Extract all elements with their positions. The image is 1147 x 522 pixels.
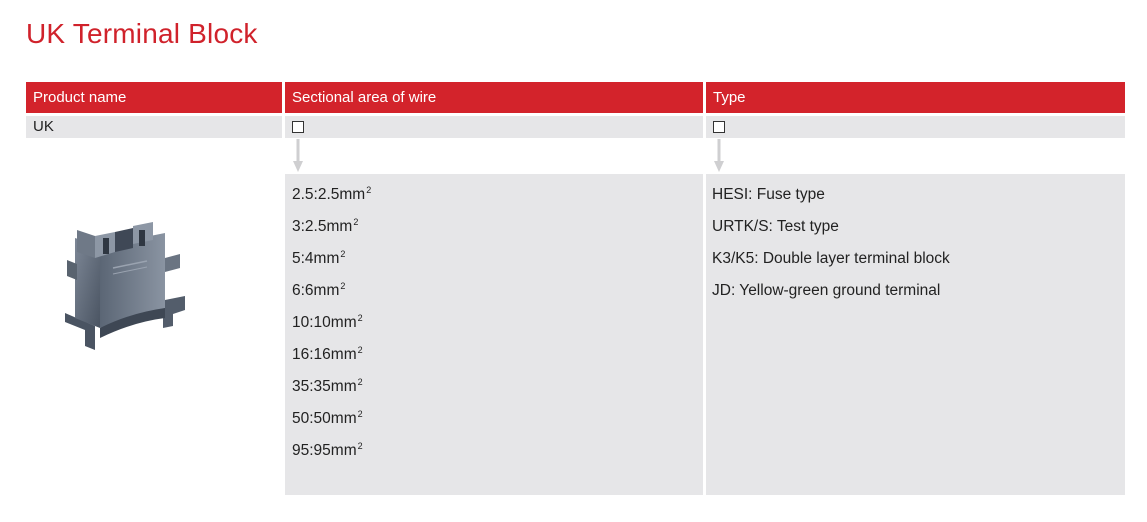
sectional-area-checkbox-icon[interactable] [292,121,304,133]
type-item: K3/K5: Double layer terminal block [712,250,950,267]
wire-size-label: 5:4mm [292,250,340,267]
wire-size-unit-sup: 2 [340,248,346,259]
wire-size-item: 95:95mm2 [292,441,703,473]
type-cell [706,116,1125,138]
wire-size-item: 50:50mm2 [292,409,703,441]
wire-size-label: 3:2.5mm [292,218,353,235]
types-panel: HESI: Fuse type URTK/S: Test type K3/K5:… [706,174,1125,495]
wire-size-item: 10:10mm2 [292,313,703,345]
type-item: JD: Yellow-green ground terminal [712,282,941,299]
wire-size-item: 5:4mm2 [292,249,703,281]
wire-size-item: 16:16mm2 [292,345,703,377]
wire-size-unit-sup: 2 [340,280,346,291]
wire-size-label: 35:35mm [292,378,357,395]
wire-size-label: 95:95mm [292,442,357,459]
header-sectional-area-label: Sectional area of wire [292,89,437,106]
header-product-name-label: Product name [33,89,127,106]
wire-size-item: 3:2.5mm2 [292,217,703,249]
type-item: HESI: Fuse type [712,186,825,203]
sectional-area-down-arrow-icon [293,139,303,172]
wire-size-item: 2.5:2.5mm2 [292,185,703,217]
header-type-label: Type [713,89,746,106]
type-down-arrow-icon [714,139,724,172]
product-name: UK [33,118,54,135]
wire-size-unit-sup: 2 [357,312,363,323]
wire-sizes-panel: 2.5:2.5mm2 3:2.5mm2 5:4mm2 6:6mm2 10:10m… [285,174,703,495]
header-sectional-area: Sectional area of wire [285,82,703,113]
wire-size-unit-sup: 2 [357,344,363,355]
wire-size-unit-sup: 2 [357,440,363,451]
types-list: HESI: Fuse type URTK/S: Test type K3/K5:… [706,174,1125,313]
wire-size-label: 16:16mm [292,346,357,363]
type-checkbox-icon[interactable] [713,121,725,133]
wire-size-label: 10:10mm [292,314,357,331]
header-type: Type [706,82,1125,113]
wire-size-unit-sup: 2 [357,408,363,419]
terminal-block-image [65,222,185,350]
wire-sizes-list: 2.5:2.5mm2 3:2.5mm2 5:4mm2 6:6mm2 10:10m… [285,174,703,473]
wire-size-label: 2.5:2.5mm [292,186,366,203]
product-name-cell: UK [26,116,282,138]
wire-size-label: 6:6mm [292,282,340,299]
wire-size-item: 35:35mm2 [292,377,703,409]
sectional-area-cell [285,116,703,138]
wire-size-label: 50:50mm [292,410,357,427]
page-title: UK Terminal Block [26,18,258,49]
wire-size-unit-sup: 2 [366,184,372,195]
type-item: URTK/S: Test type [712,218,839,235]
wire-size-unit-sup: 2 [357,376,363,387]
wire-size-item: 6:6mm2 [292,281,703,313]
header-product-name: Product name [26,82,282,113]
wire-size-unit-sup: 2 [353,216,359,227]
